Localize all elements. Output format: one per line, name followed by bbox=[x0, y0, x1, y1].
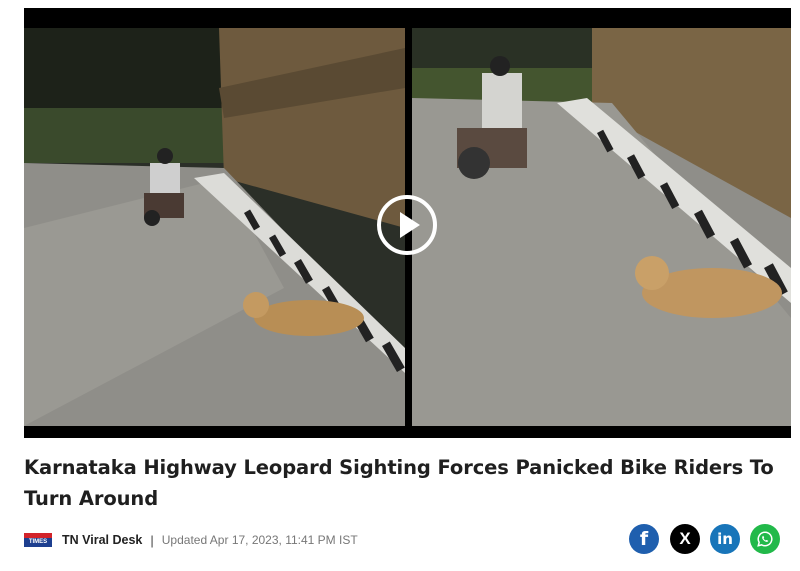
facebook-icon: f bbox=[639, 528, 649, 550]
play-icon bbox=[400, 212, 420, 238]
whatsapp-icon bbox=[757, 531, 773, 547]
byline: TIMES NOW TN Viral Desk | Updated Apr 17… bbox=[24, 530, 358, 554]
author-name[interactable]: TN Viral Desk bbox=[62, 533, 142, 547]
article-headline: Karnataka Highway Leopard Sighting Force… bbox=[24, 456, 774, 510]
facebook-share-button[interactable]: f bbox=[629, 524, 659, 554]
linkedin-share-button[interactable]: in bbox=[710, 524, 740, 554]
updated-timestamp: Updated Apr 17, 2023, 11:41 PM IST bbox=[161, 533, 358, 547]
x-share-button[interactable]: X bbox=[670, 524, 700, 554]
publisher-logo[interactable]: TIMES NOW bbox=[24, 533, 52, 554]
play-button[interactable] bbox=[377, 195, 437, 255]
video-frame-left bbox=[24, 28, 405, 426]
x-icon: X bbox=[679, 529, 691, 548]
whatsapp-share-button[interactable] bbox=[750, 524, 780, 554]
byline-separator: | bbox=[150, 532, 154, 548]
video-frame-right bbox=[412, 28, 791, 426]
video-player[interactable] bbox=[24, 8, 791, 438]
linkedin-icon: in bbox=[717, 530, 733, 548]
